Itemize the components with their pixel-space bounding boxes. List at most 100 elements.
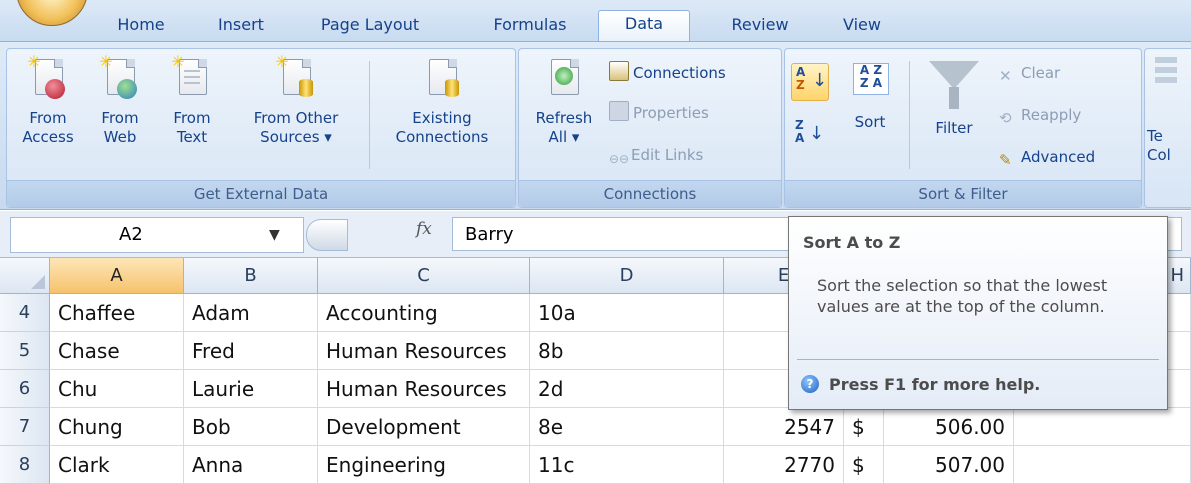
- cell-b8[interactable]: Anna: [184, 446, 318, 484]
- text-to-columns-icon: [1155, 57, 1177, 93]
- edit-links-label: Edit Links: [631, 146, 704, 164]
- office-button[interactable]: [16, 0, 88, 26]
- tab-review[interactable]: Review: [716, 12, 804, 41]
- cell-c6[interactable]: Human Resources: [318, 370, 530, 408]
- refresh-line2: All ▾: [548, 128, 580, 146]
- cell-b4[interactable]: Adam: [184, 294, 318, 332]
- cell-e7[interactable]: 2547: [724, 408, 844, 446]
- cell-a4[interactable]: Chaffee: [50, 294, 184, 332]
- group-get-external-data: ✳ From Access ✳ From Web ✳ From Text ✳ F…: [6, 48, 516, 208]
- cell-b6[interactable]: Laurie: [184, 370, 318, 408]
- properties-button[interactable]: Properties: [609, 101, 709, 125]
- sort-down-arrow-icon: ↓: [812, 70, 828, 91]
- reapply-button[interactable]: ⟲ Reapply: [999, 103, 1081, 127]
- sort-button[interactable]: A ZZ A Sort: [839, 57, 901, 132]
- cell-a5[interactable]: Chase: [50, 332, 184, 370]
- from-other-sources-button[interactable]: ✳ From Other Sources ▾: [233, 54, 359, 147]
- cell-g7[interactable]: 506.00: [884, 408, 1014, 446]
- column-header-b[interactable]: B: [184, 258, 318, 294]
- cell-h7[interactable]: [1014, 408, 1191, 446]
- tab-data[interactable]: Data: [598, 10, 690, 41]
- sort-label: Sort: [854, 113, 886, 131]
- cell-f7[interactable]: $: [844, 408, 884, 446]
- select-all-corner[interactable]: [0, 258, 50, 294]
- connections-button[interactable]: Connections: [609, 61, 726, 85]
- cell-b7[interactable]: Bob: [184, 408, 318, 446]
- from-other-line1: From Other: [253, 109, 339, 127]
- from-web-button[interactable]: ✳ From Web: [89, 54, 151, 147]
- advanced-filter-icon: ✎: [999, 151, 1012, 169]
- tooltip-title: Sort A to Z: [803, 233, 901, 252]
- cell-a8[interactable]: Clark: [50, 446, 184, 484]
- column-header-d[interactable]: D: [530, 258, 724, 294]
- row-header-6[interactable]: 6: [0, 370, 50, 408]
- row-header-4[interactable]: 4: [0, 294, 50, 332]
- filter-button[interactable]: Filter: [921, 57, 987, 138]
- edit-links-button[interactable]: ⊖⊖ Edit Links: [609, 143, 703, 167]
- tab-formulas[interactable]: Formulas: [480, 12, 580, 41]
- formula-bar-expand-handle[interactable]: [306, 219, 348, 251]
- tab-home[interactable]: Home: [104, 12, 178, 41]
- row-header-7[interactable]: 7: [0, 408, 50, 446]
- name-box[interactable]: A2 ▼: [10, 217, 304, 253]
- text-to-columns-line2: Col: [1147, 146, 1171, 164]
- advanced-filter-button[interactable]: ✎ Advanced: [999, 145, 1095, 169]
- cell-d5[interactable]: 8b: [530, 332, 724, 370]
- tooltip-help-text: Press F1 for more help.: [829, 375, 1041, 394]
- from-access-line1: From: [29, 109, 67, 127]
- existing-connections-line2: Connections: [395, 128, 489, 146]
- tab-page-layout[interactable]: Page Layout: [308, 12, 432, 41]
- existing-connections-button[interactable]: Existing Connections: [379, 57, 505, 147]
- group-data-tools-partial: Te Col: [1144, 48, 1191, 208]
- clear-filter-button[interactable]: ✕ Clear: [999, 61, 1060, 85]
- cell-c4[interactable]: Accounting: [318, 294, 530, 332]
- formula-controls: fx: [306, 217, 446, 251]
- tab-insert[interactable]: Insert: [206, 12, 276, 41]
- cell-f8[interactable]: $: [844, 446, 884, 484]
- column-header-c[interactable]: C: [318, 258, 530, 294]
- tooltip-divider: [797, 359, 1159, 360]
- row-header-8[interactable]: 8: [0, 446, 50, 484]
- tooltip-body: Sort the selection so that the lowest va…: [817, 276, 1108, 316]
- web-globe-icon: ✳: [99, 54, 137, 103]
- insert-function-icon[interactable]: fx: [416, 219, 432, 239]
- from-web-line2: Web: [103, 128, 137, 146]
- group-sort-filter: AZ ↓ ZA ↓ A ZZ A Sort Filter ✕ Clear ⟲ Rea…: [784, 48, 1142, 208]
- group-separator: [909, 61, 910, 169]
- row-header-5[interactable]: 5: [0, 332, 50, 370]
- clear-filter-icon: ✕: [999, 67, 1012, 85]
- funnel-icon: [929, 57, 979, 113]
- name-box-dropdown-icon[interactable]: ▼: [269, 218, 280, 252]
- group-label-sort-filter: Sort & Filter: [785, 180, 1141, 207]
- column-header-a[interactable]: A: [50, 258, 184, 294]
- cell-g8[interactable]: 507.00: [884, 446, 1014, 484]
- refresh-line1: Refresh: [535, 109, 593, 127]
- ribbon-tab-strip: Home Insert Page Layout Formulas Data Re…: [0, 0, 1191, 41]
- refresh-all-button[interactable]: Refresh All ▾: [525, 57, 603, 147]
- group-separator: [369, 61, 370, 169]
- ribbon: ✳ From Access ✳ From Web ✳ From Text ✳ F…: [0, 41, 1191, 210]
- help-icon: ?: [801, 375, 819, 393]
- cell-a7[interactable]: Chung: [50, 408, 184, 446]
- cell-d4[interactable]: 10a: [530, 294, 724, 332]
- from-text-button[interactable]: ✳ From Text: [161, 54, 223, 147]
- cell-c5[interactable]: Human Resources: [318, 332, 530, 370]
- sort-a-to-z-button[interactable]: AZ ↓: [791, 63, 829, 101]
- cell-c7[interactable]: Development: [318, 408, 530, 446]
- cell-b5[interactable]: Fred: [184, 332, 318, 370]
- cell-a6[interactable]: Chu: [50, 370, 184, 408]
- cell-d8[interactable]: 11c: [530, 446, 724, 484]
- text-file-icon: ✳: [171, 54, 209, 103]
- cell-d7[interactable]: 8e: [530, 408, 724, 446]
- cell-d6[interactable]: 2d: [530, 370, 724, 408]
- sort-z-to-a-button[interactable]: ZA ↓: [795, 119, 827, 151]
- cell-e8[interactable]: 2770: [724, 446, 844, 484]
- from-access-button[interactable]: ✳ From Access: [15, 54, 81, 147]
- cell-c8[interactable]: Engineering: [318, 446, 530, 484]
- cell-h8[interactable]: [1014, 446, 1191, 484]
- connections-icon: [609, 61, 629, 81]
- text-to-columns-button[interactable]: Te Col: [1147, 127, 1191, 165]
- tab-view[interactable]: View: [830, 12, 894, 41]
- filter-label: Filter: [935, 119, 973, 137]
- existing-connections-line1: Existing: [412, 109, 472, 127]
